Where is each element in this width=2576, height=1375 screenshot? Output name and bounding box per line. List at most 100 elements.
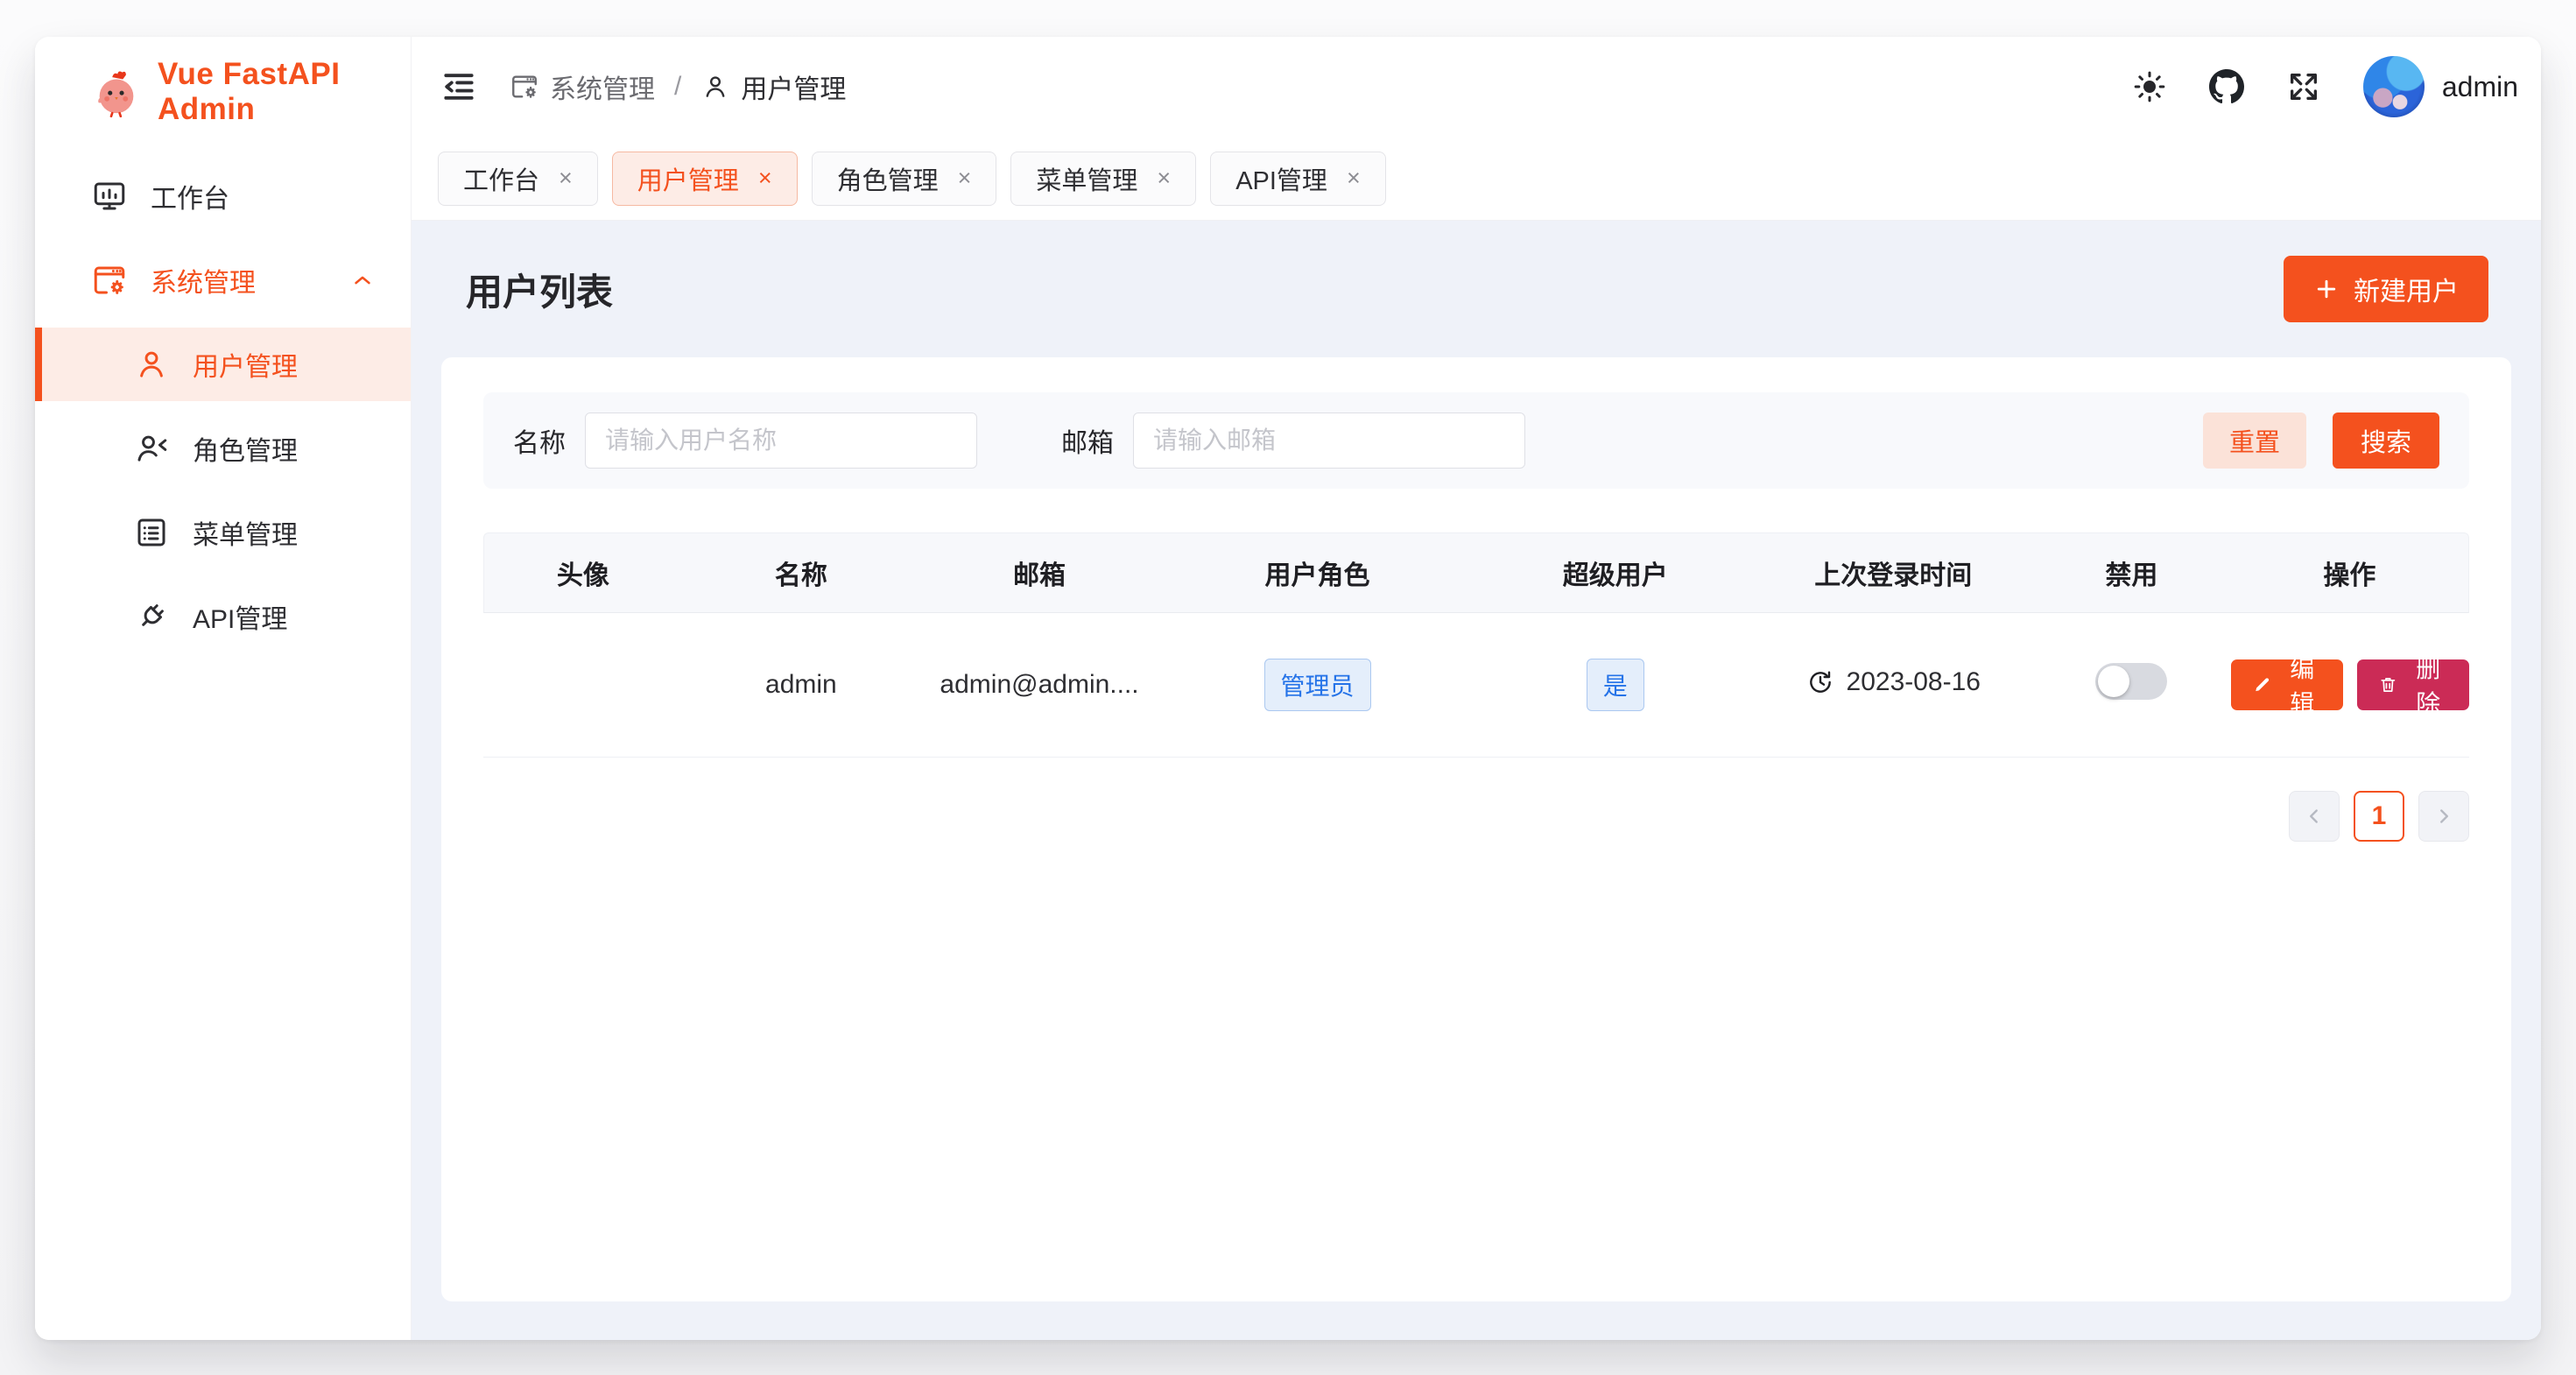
cell-actions: 编辑 删除: [2231, 613, 2469, 758]
sidebar-item-label: 菜单管理: [193, 513, 298, 552]
chevron-left-icon: [2303, 805, 2326, 828]
fullscreen-icon[interactable]: [2286, 69, 2321, 104]
sidebar-item-label: 角色管理: [193, 429, 298, 468]
topbar: 系统管理 / 用户管理: [412, 37, 2541, 137]
tab-roles[interactable]: 角色管理 ×: [812, 152, 997, 206]
content-area: 用户列表 新建用户 名称 邮箱 重置 搜索: [412, 221, 2541, 1340]
role-icon: [133, 430, 170, 467]
close-icon[interactable]: ×: [758, 166, 772, 190]
pencil-icon: [2252, 673, 2272, 697]
breadcrumb-current-label: 用户管理: [741, 67, 846, 106]
clock-history-icon: [1806, 668, 1834, 696]
last-login-value: 2023-08-16: [1847, 667, 1981, 697]
page-number-1[interactable]: 1: [2354, 791, 2404, 842]
github-icon[interactable]: [2209, 69, 2244, 104]
next-page-button[interactable]: [2418, 791, 2469, 842]
close-icon[interactable]: ×: [958, 166, 972, 190]
add-user-button[interactable]: 新建用户: [2284, 256, 2488, 322]
col-role: 用户角色: [1158, 532, 1476, 613]
cell-email: admin@admin....: [920, 613, 1158, 758]
plug-icon: [133, 598, 170, 635]
toggle-knob: [2098, 666, 2129, 697]
sidebar-item-label: 工作台: [151, 177, 229, 215]
col-name: 名称: [682, 532, 920, 613]
name-filter-label: 名称: [513, 421, 566, 460]
system-gear-icon: [91, 262, 128, 299]
cell-superuser: 是: [1476, 613, 1755, 758]
tab-users[interactable]: 用户管理 ×: [612, 152, 798, 206]
close-icon[interactable]: ×: [1157, 166, 1171, 190]
breadcrumb: 系统管理 / 用户管理: [510, 67, 846, 106]
tab-api[interactable]: API管理 ×: [1210, 152, 1386, 206]
app-title: Vue FastAPI Admin: [158, 57, 411, 127]
col-avatar: 头像: [483, 532, 682, 613]
user-icon: [133, 346, 170, 383]
sidebar-item-users[interactable]: 用户管理: [35, 328, 411, 401]
breadcrumb-current[interactable]: 用户管理: [700, 67, 846, 106]
breadcrumb-parent-label: 系统管理: [550, 67, 655, 106]
cell-disabled: [2032, 613, 2231, 758]
disable-toggle[interactable]: [2095, 663, 2167, 700]
sidebar-item-system[interactable]: 系统管理: [35, 243, 411, 317]
delete-button[interactable]: 删除: [2357, 659, 2469, 710]
search-button[interactable]: 搜索: [2333, 412, 2439, 469]
breadcrumb-parent[interactable]: 系统管理: [510, 67, 655, 106]
chevron-right-icon: [2432, 805, 2455, 828]
user-icon: [700, 72, 730, 102]
cell-role: 管理员: [1158, 613, 1476, 758]
tab-menus[interactable]: 菜单管理 ×: [1010, 152, 1196, 206]
cell-avatar: [483, 613, 682, 758]
tab-label: 工作台: [463, 160, 539, 197]
app-window: Vue FastAPI Admin 工作台 系统管理: [35, 37, 2541, 1340]
main-column: 系统管理 / 用户管理: [412, 37, 2541, 1340]
breadcrumb-separator: /: [674, 72, 681, 102]
sidebar-item-label: 用户管理: [193, 345, 298, 384]
add-user-label: 新建用户: [2354, 270, 2459, 308]
table-row: admin admin@admin.... 管理员 是: [483, 613, 2469, 758]
chevron-up-icon: [349, 267, 376, 293]
tabbar: 工作台 × 用户管理 × 角色管理 × 菜单管理 × API管理 ×: [412, 137, 2541, 221]
sidebar-item-api[interactable]: API管理: [35, 580, 411, 653]
col-email: 邮箱: [920, 532, 1158, 613]
tab-workbench[interactable]: 工作台 ×: [438, 152, 598, 206]
table-header-row: 头像 名称 邮箱 用户角色 超级用户 上次登录时间 禁用 操作: [483, 532, 2469, 613]
superuser-tag: 是: [1587, 659, 1644, 711]
email-filter-input[interactable]: [1133, 412, 1525, 469]
sidebar-item-workbench[interactable]: 工作台: [35, 159, 411, 233]
monitor-icon: [91, 178, 128, 215]
menu-list-icon: [133, 514, 170, 551]
col-superuser: 超级用户: [1476, 532, 1755, 613]
avatar: [2363, 56, 2425, 117]
sidebar-menu: 工作台 系统管理 用户管理: [35, 159, 411, 653]
tab-label: 角色管理: [837, 160, 939, 197]
user-menu[interactable]: admin: [2363, 56, 2518, 117]
sidebar-item-menus[interactable]: 菜单管理: [35, 496, 411, 569]
page-header: 用户列表 新建用户: [441, 221, 2511, 357]
col-last-login: 上次登录时间: [1755, 532, 2033, 613]
sidebar-item-roles[interactable]: 角色管理: [35, 412, 411, 485]
trash-icon: [2378, 673, 2398, 697]
tab-label: API管理: [1235, 160, 1327, 197]
sidebar-collapse-icon[interactable]: [440, 67, 478, 106]
tab-label: 菜单管理: [1036, 160, 1137, 197]
theme-sun-icon[interactable]: [2132, 69, 2167, 104]
logo[interactable]: Vue FastAPI Admin: [35, 37, 411, 124]
reset-button[interactable]: 重置: [2203, 412, 2306, 469]
system-gear-icon: [510, 72, 539, 102]
edit-label: 编辑: [2283, 650, 2322, 720]
user-table: 头像 名称 邮箱 用户角色 超级用户 上次登录时间 禁用 操作: [483, 532, 2469, 758]
topbar-actions: admin: [2132, 56, 2518, 117]
edit-button[interactable]: 编辑: [2231, 659, 2343, 710]
close-icon[interactable]: ×: [1347, 166, 1361, 190]
prev-page-button[interactable]: [2289, 791, 2340, 842]
sidebar-item-label: 系统管理: [151, 261, 256, 300]
chick-logo-icon: [91, 67, 142, 117]
sidebar-item-label: API管理: [193, 597, 287, 636]
sidebar: Vue FastAPI Admin 工作台 系统管理: [35, 37, 412, 1340]
tab-label: 用户管理: [637, 160, 739, 197]
close-icon[interactable]: ×: [559, 166, 573, 190]
cell-name: admin: [682, 613, 920, 758]
delete-label: 删除: [2409, 650, 2448, 720]
name-filter-input[interactable]: [585, 412, 977, 469]
user-list-card: 名称 邮箱 重置 搜索 头像 名称 邮箱 用户角色: [441, 357, 2511, 1301]
